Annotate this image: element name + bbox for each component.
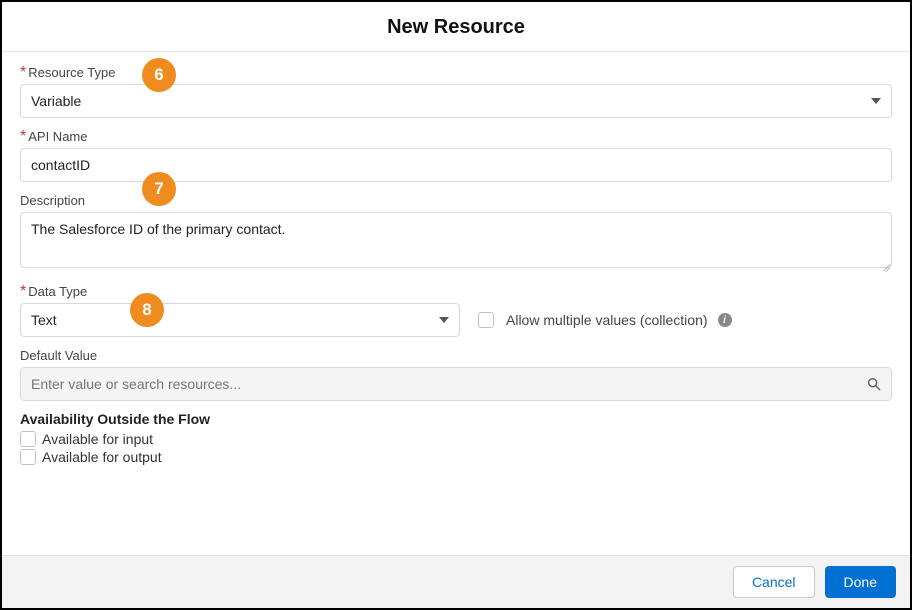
required-mark: * <box>20 283 26 300</box>
callout-6: 6 <box>142 58 176 92</box>
modal-footer: Cancel Done <box>2 555 910 608</box>
callout-8: 8 <box>130 293 164 327</box>
callout-7: 7 <box>142 172 176 206</box>
info-icon[interactable]: i <box>718 313 732 327</box>
new-resource-modal: New Resource *Resource Type Variable 6 *… <box>0 0 912 610</box>
done-button[interactable]: Done <box>825 566 896 598</box>
description-label: Description <box>20 193 85 208</box>
default-value-field: Default Value <box>20 347 892 401</box>
availability-title: Availability Outside the Flow <box>20 411 892 427</box>
data-type-field: *Data Type Text Allow multiple values (c… <box>20 283 892 337</box>
data-type-select[interactable]: Text <box>20 303 460 337</box>
chevron-down-icon <box>439 317 449 323</box>
description-field: Description 7 <box>20 192 892 273</box>
api-name-label: *API Name <box>20 128 892 148</box>
required-mark: * <box>20 128 26 145</box>
allow-multiple-checkbox[interactable] <box>478 312 494 328</box>
available-output-option[interactable]: Available for output <box>20 449 892 465</box>
chevron-down-icon <box>871 98 881 104</box>
allow-multiple-option[interactable]: Allow multiple values (collection) i <box>478 312 732 328</box>
allow-multiple-label: Allow multiple values (collection) <box>506 312 708 328</box>
data-type-value: Text <box>31 312 57 328</box>
available-input-checkbox[interactable] <box>20 431 36 447</box>
available-output-label: Available for output <box>42 449 162 465</box>
available-input-option[interactable]: Available for input <box>20 431 892 447</box>
required-mark: * <box>20 64 26 81</box>
available-output-checkbox[interactable] <box>20 449 36 465</box>
available-input-label: Available for input <box>42 431 153 447</box>
default-value-input[interactable] <box>20 367 892 401</box>
description-input[interactable] <box>20 212 892 268</box>
cancel-button[interactable]: Cancel <box>733 566 815 598</box>
default-value-label: Default Value <box>20 348 97 363</box>
resource-type-field: *Resource Type Variable 6 <box>20 64 892 118</box>
modal-title: New Resource <box>2 16 910 39</box>
modal-header: New Resource <box>2 2 910 52</box>
resource-type-value: Variable <box>31 93 81 109</box>
modal-body: *Resource Type Variable 6 *API Name Desc… <box>2 52 910 555</box>
